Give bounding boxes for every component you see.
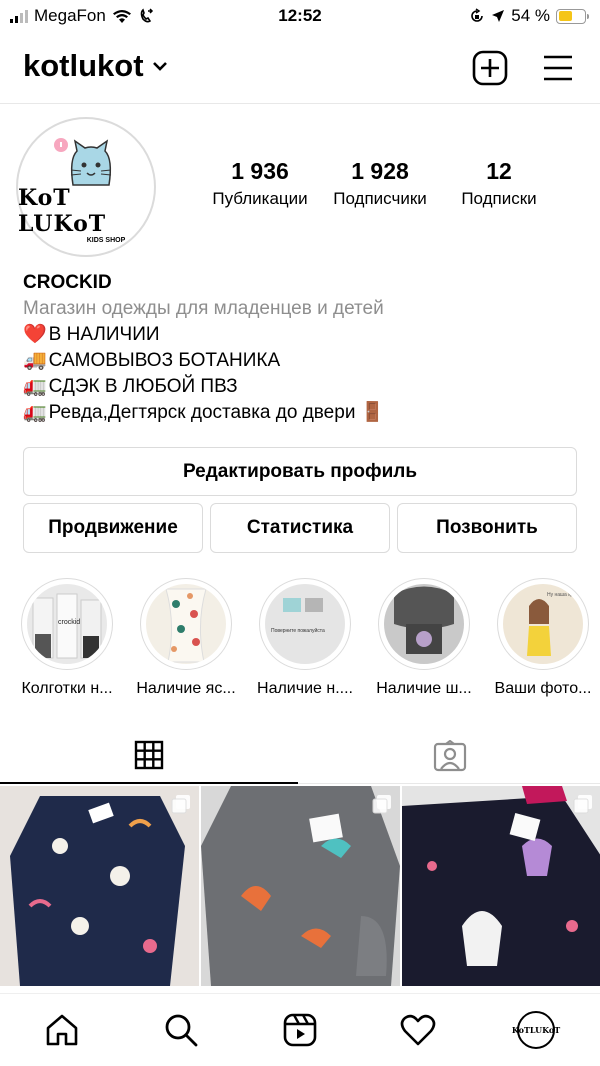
highlight-label: Наличие ш...: [376, 680, 472, 697]
multiple-posts-icon: [573, 795, 592, 814]
profile-stats: 1 936 Публикации 1 928 Подписчики 12 Под…: [200, 158, 560, 209]
tab-tagged[interactable]: [300, 728, 600, 784]
story-highlight[interactable]: Ну наша кра Ваши фото...: [495, 578, 591, 698]
bio-line: ❤️ В НАЛИЧИИ: [23, 322, 583, 348]
bio-line-text: САМОВЫВОЗ БОТАНИКА: [48, 350, 281, 371]
story-highlight[interactable]: Наличие яс...: [136, 578, 236, 698]
reels-icon: [283, 1013, 317, 1047]
location-icon: [492, 10, 505, 22]
profile-bio: CROCKID Магазин одежды для младенцев и д…: [23, 270, 583, 426]
profile-category: Магазин одежды для младенцев и детей: [23, 298, 384, 319]
tagged-person-icon: [433, 740, 467, 772]
post-thumbnail[interactable]: [201, 786, 400, 986]
highlight-cover: Поверните пожалуйста: [265, 584, 345, 664]
stat-value: 1 936: [231, 158, 289, 184]
highlight-caption-text: Ну наша кра: [547, 592, 576, 598]
avatar-brand-text: KoT LUKoT: [18, 184, 107, 237]
profile-avatar-mini: KoTLUKoT: [512, 1011, 560, 1049]
truck-emoji-icon: 🚛: [23, 376, 47, 397]
orientation-lock-icon: [471, 8, 484, 22]
profile-avatar[interactable]: KoT LUKoT KIDS SHOP: [16, 117, 156, 257]
stat-posts[interactable]: 1 936 Публикации: [200, 158, 320, 209]
bottom-navigation: KoTLUKoT: [0, 993, 600, 1066]
highlight-cover: [384, 584, 464, 664]
account-switcher[interactable]: kotlukot: [23, 48, 168, 84]
highlight-brand-text: crockid: [58, 619, 80, 626]
stat-following[interactable]: 12 Подписки: [444, 158, 554, 209]
post-thumbnail[interactable]: [0, 786, 199, 986]
create-button[interactable]: [472, 50, 508, 91]
promotion-button[interactable]: Продвижение: [23, 503, 203, 553]
home-icon: [46, 1014, 78, 1046]
profile-tabs: [0, 728, 600, 784]
menu-button[interactable]: [540, 50, 576, 91]
highlight-label: Наличие н....: [257, 680, 353, 697]
story-highlight[interactable]: Наличие ш...: [376, 578, 472, 698]
call-button[interactable]: Позвонить: [397, 503, 577, 553]
chevron-down-icon: [152, 62, 167, 71]
profile-header: kotlukot: [0, 38, 600, 104]
edit-profile-button[interactable]: Редактировать профиль: [23, 447, 577, 496]
truck-emoji-icon: 🚛: [23, 402, 47, 423]
highlight-label: Колготки н...: [21, 680, 113, 697]
profile-name: CROCKID: [23, 272, 112, 293]
highlight-label: Наличие яс...: [136, 680, 236, 697]
search-icon: [165, 1014, 198, 1047]
stat-label: Подписки: [461, 189, 537, 208]
bio-line: 🚛 СДЭК В ЛЮБОЙ ПВЗ: [23, 374, 583, 400]
tab-posts-grid[interactable]: [0, 728, 298, 784]
grid-icon: [134, 740, 164, 770]
bio-line-text: В НАЛИЧИИ: [48, 324, 160, 345]
stat-followers[interactable]: 1 928 Подписчики: [320, 158, 440, 209]
stat-label: Публикации: [212, 189, 308, 208]
story-highlight[interactable]: Поверните пожалуйста Наличие н....: [257, 578, 353, 698]
stat-label: Подписчики: [333, 189, 427, 208]
nav-activity[interactable]: [400, 1012, 436, 1048]
heart-icon: [400, 1014, 436, 1046]
nav-profile[interactable]: KoTLUKoT: [512, 1011, 560, 1049]
highlight-caption-text: Поверните пожалуйста: [271, 627, 325, 634]
multiple-posts-icon: [171, 795, 190, 814]
nav-search[interactable]: [163, 1012, 199, 1048]
avatar-subtitle: KIDS SHOP: [86, 236, 126, 244]
plus-square-icon: [472, 50, 508, 86]
highlight-label: Ваши фото...: [494, 680, 592, 697]
battery-percent: 54 %: [511, 6, 550, 25]
stat-value: 12: [486, 158, 512, 184]
username-title: kotlukot: [23, 48, 144, 83]
post-image: [201, 786, 400, 986]
highlight-cover: [146, 584, 226, 664]
statistics-button[interactable]: Статистика: [210, 503, 390, 553]
post-thumbnail[interactable]: [402, 786, 600, 986]
nav-reels[interactable]: [282, 1012, 318, 1048]
battery-icon: [556, 8, 589, 24]
hamburger-icon: [544, 55, 572, 81]
post-image: [0, 786, 199, 986]
status-bar: MegaFon 12:52 54 %: [0, 0, 600, 34]
bio-line: 🚛 Ревда,Дегтярск доставка до двери 🚪: [23, 400, 583, 426]
post-image: [402, 786, 600, 986]
cat-logo-icon: [54, 137, 112, 186]
bio-line: 🚚 САМОВЫВОЗ БОТАНИКА: [23, 348, 583, 374]
highlight-cover: crockid: [27, 584, 107, 664]
stat-value: 1 928: [351, 158, 409, 184]
heart-emoji-icon: ❤️: [23, 324, 47, 345]
nav-home[interactable]: [44, 1012, 80, 1048]
multiple-posts-icon: [372, 795, 391, 814]
bio-line-text: СДЭК В ЛЮБОЙ ПВЗ: [48, 376, 238, 397]
truck-emoji-icon: 🚚: [23, 350, 47, 371]
bio-line-text: Ревда,Дегтярск доставка до двери 🚪: [48, 402, 385, 423]
highlight-cover: Ну наша кра: [503, 584, 583, 664]
story-highlight[interactable]: crockid Колготки н...: [19, 578, 115, 698]
